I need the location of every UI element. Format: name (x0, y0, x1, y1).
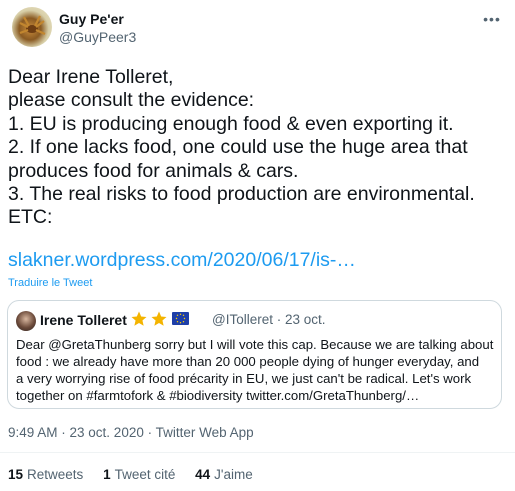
quote-tweets-stat[interactable]: 1 Tweet cité (103, 467, 175, 482)
quote-tweets-count: 1 (103, 467, 111, 482)
retweets-count: 15 (8, 467, 24, 482)
tweet-text-line: 2. If one lacks food, one could use the … (8, 136, 468, 159)
quoted-text-line: together on #farmtofork & #biodiversity … (16, 388, 420, 403)
quoted-text: Dear @GretaThunberg sorry but I will vot… (16, 336, 498, 404)
quoted-text-line: a very worrying rise of food précarity i… (16, 371, 472, 386)
tweet-text-line: Dear Irene Tolleret, (8, 66, 174, 88)
divider (0, 452, 515, 453)
star-icon (131, 311, 147, 326)
quoted-avatar[interactable] (16, 311, 36, 331)
tweet-link[interactable]: slakner.wordpress.com/2020/06/17/is-… (8, 249, 356, 272)
star-icon (151, 311, 167, 326)
retweets-stat[interactable]: 15 Retweets (8, 467, 83, 482)
avatar[interactable] (12, 7, 52, 47)
translate-link[interactable]: Traduire le Tweet (8, 277, 92, 289)
quoted-text-line: Dear @GretaThunberg sorry but I will vot… (16, 337, 494, 352)
eu-flag-icon (172, 312, 189, 325)
likes-label: J'aime (214, 467, 253, 482)
likes-count: 44 (195, 467, 211, 482)
quoted-text-line: food : we already have more than 20 000 … (16, 354, 480, 369)
retweets-label: Retweets (27, 467, 84, 482)
tweet-text-line: produces food for animals & cars. (8, 159, 299, 182)
quote-tweets-label: Tweet cité (114, 467, 176, 482)
likes-stat[interactable]: 44 J'aime (195, 467, 253, 482)
tweet-text: Dear Irene Tolleret, please consult the … (8, 66, 508, 230)
tweet-text-line: ETC: (8, 206, 53, 229)
tweet-timestamp-source[interactable]: 9:49 AM · 23 oct. 2020 · Twitter Web App (8, 425, 254, 440)
tweet-stats: 15 Retweets 1 Tweet cité 44 J'aime (8, 467, 269, 482)
quoted-author-name: Irene Tolleret (40, 312, 127, 328)
tweet-text-line: please consult the evidence: (8, 89, 255, 112)
author-handle[interactable]: @GuyPeer3 (59, 29, 136, 45)
tweet-text-line: 1. EU is producing enough food & even ex… (8, 112, 454, 135)
tweet-text-line: 3. The real risks to food production are… (8, 183, 475, 206)
quoted-handle-date: @ITolleret · 23 oct. (212, 312, 326, 327)
more-dots-icon[interactable]: ••• (481, 11, 503, 27)
quoted-tweet[interactable]: Irene Tolleret @ITolleret · 23 oct. Dear… (7, 300, 502, 409)
tweet-header: Guy Pe'er @GuyPeer3 ••• (12, 7, 503, 47)
author-name[interactable]: Guy Pe'er (59, 11, 124, 27)
